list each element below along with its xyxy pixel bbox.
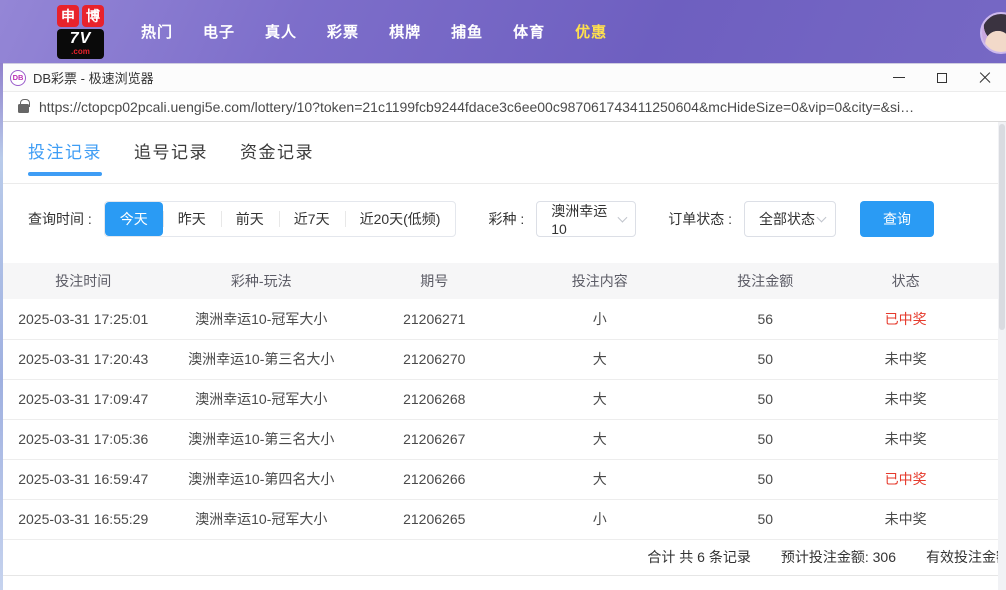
time-option-today[interactable]: 今天 <box>104 202 163 236</box>
main-nav: 热门 电子 真人 彩票 棋牌 捕鱼 体育 优惠 <box>126 11 622 52</box>
summary-valid-amount: 有效投注金额 <box>926 549 1006 565</box>
status-badge: 未中奖 <box>840 339 971 380</box>
table-row: 2025-03-31 16:55:29 澳洲幸运10-冠军大小 21206265… <box>3 499 1006 540</box>
logo-main: 7V .com <box>57 28 104 59</box>
header-bet-amount: 投注金额 <box>690 263 841 299</box>
user-avatar[interactable] <box>980 12 1006 54</box>
browser-favicon: DB <box>10 69 26 86</box>
table-row: 2025-03-31 17:25:01 澳洲幸运10-冠军大小 21206271… <box>3 299 1006 340</box>
status-badge: 已中奖 <box>840 299 971 340</box>
nav-item-lottery[interactable]: 彩票 <box>312 11 374 52</box>
summary-total-records: 合计 共 6 条记录 <box>647 549 751 565</box>
record-tabs: 投注记录 追号记录 资金记录 <box>3 122 1006 184</box>
status-badge: 未中奖 <box>840 499 971 540</box>
time-option-7days[interactable]: 近7天 <box>278 202 345 236</box>
time-option-day-before[interactable]: 前天 <box>220 202 279 236</box>
time-filter-group: 今天 昨天 前天 近7天 近20天(低频) <box>103 201 457 237</box>
logo-badge-left: 申 <box>57 4 79 27</box>
time-option-yesterday[interactable]: 昨天 <box>162 202 221 236</box>
status-badge: 未中奖 <box>840 419 971 460</box>
time-option-20days[interactable]: 近20天(低频) <box>344 202 456 236</box>
minimize-icon <box>892 76 905 79</box>
table-row: 2025-03-31 17:05:36 澳洲幸运10-第三名大小 2120626… <box>3 419 1006 460</box>
table-row: 2025-03-31 17:09:47 澳洲幸运10-冠军大小 21206268… <box>3 379 1006 420</box>
window-left-frame <box>0 63 3 590</box>
nav-item-fishing[interactable]: 捕鱼 <box>436 11 498 52</box>
lottery-filter-label: 彩种 : <box>488 211 525 227</box>
header-bet-time: 投注时间 <box>3 263 164 299</box>
address-bar[interactable]: https://ctopcp02pcali.uengi5e.com/lotter… <box>0 92 1006 122</box>
chevron-down-icon <box>816 212 827 222</box>
scrollbar-thumb[interactable] <box>999 124 1005 330</box>
nav-item-promo[interactable]: 优惠 <box>560 11 622 52</box>
status-badge: 已中奖 <box>840 459 971 500</box>
tab-chase-records[interactable]: 追号记录 <box>134 138 208 183</box>
maximize-button[interactable] <box>920 64 963 91</box>
url-text: https://ctopcp02pcali.uengi5e.com/lotter… <box>39 98 915 115</box>
lottery-select-value: 澳洲幸运10 <box>551 203 608 237</box>
close-icon <box>979 72 991 84</box>
nav-item-slots[interactable]: 电子 <box>188 11 250 52</box>
logo-badge-right: 博 <box>82 4 104 27</box>
filter-bar: 查询时间 : 今天 昨天 前天 近7天 近20天(低频) 彩种 : 澳洲幸运10… <box>3 201 1006 237</box>
query-button[interactable]: 查询 <box>860 201 935 237</box>
minimize-button[interactable] <box>877 64 920 91</box>
bet-records-table: 投注时间 彩种-玩法 期号 投注内容 投注金额 状态 2025-03-31 17… <box>3 263 1006 540</box>
nav-item-sports[interactable]: 体育 <box>498 11 560 52</box>
table-row: 2025-03-31 16:59:47 澳洲幸运10-第四名大小 2120626… <box>3 459 1006 500</box>
header-bet-content: 投注内容 <box>509 263 691 299</box>
active-tab-underline <box>28 172 102 176</box>
table-row: 2025-03-31 17:20:43 澳洲幸运10-第三名大小 2120627… <box>3 339 1006 380</box>
time-filter-label: 查询时间 : <box>28 211 92 227</box>
vertical-scrollbar[interactable] <box>998 122 1006 590</box>
header-status: 状态 <box>840 263 971 299</box>
nav-item-live[interactable]: 真人 <box>250 11 312 52</box>
nav-item-board[interactable]: 棋牌 <box>374 11 436 52</box>
status-badge: 未中奖 <box>840 379 971 420</box>
browser-titlebar: DB DB彩票 - 极速浏览器 <box>0 63 1006 92</box>
order-status-select[interactable]: 全部状态 <box>744 201 837 237</box>
close-button[interactable] <box>963 64 1006 91</box>
lock-icon <box>18 99 30 113</box>
tab-fund-records[interactable]: 资金记录 <box>240 138 314 183</box>
site-logo[interactable]: 申 博 7V .com <box>57 4 104 59</box>
table-header-row: 投注时间 彩种-玩法 期号 投注内容 投注金额 状态 <box>3 263 1006 299</box>
window-controls <box>877 64 1006 91</box>
header-game-play: 彩种-玩法 <box>163 263 360 299</box>
nav-item-hot[interactable]: 热门 <box>126 11 188 52</box>
window-title: DB彩票 - 极速浏览器 <box>33 71 154 86</box>
status-select-value: 全部状态 <box>759 211 816 227</box>
site-banner: 申 博 7V .com 热门 电子 真人 彩票 棋牌 捕鱼 体育 优惠 <box>0 0 1006 63</box>
header-issue: 期号 <box>359 263 510 299</box>
page-content: 投注记录 追号记录 资金记录 查询时间 : 今天 昨天 前天 近7天 近20天(… <box>0 122 1006 590</box>
lottery-select[interactable]: 澳洲幸运10 <box>536 201 637 237</box>
maximize-icon <box>936 72 947 83</box>
table-summary: 合计 共 6 条记录 预计投注金额: 306 有效投注金额 <box>3 540 1006 576</box>
summary-expected-amount: 预计投注金额: 306 <box>780 549 896 565</box>
status-filter-label: 订单状态 : <box>668 211 733 227</box>
tab-bet-records[interactable]: 投注记录 <box>28 138 102 183</box>
